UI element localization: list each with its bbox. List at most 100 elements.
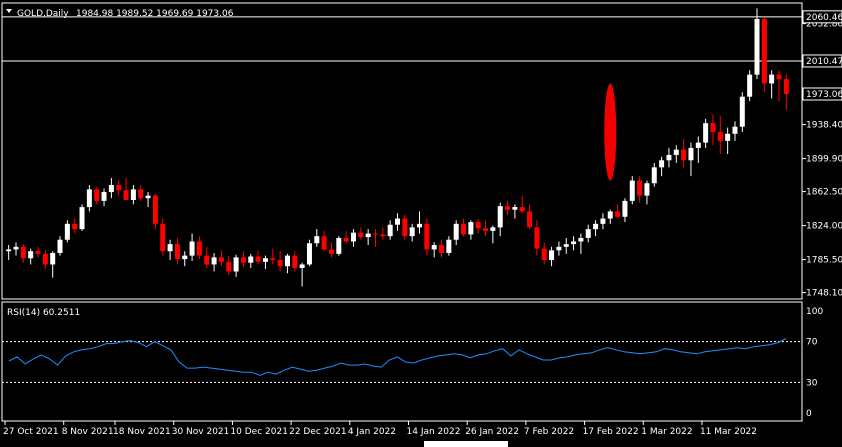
time-tick-label: 30 Nov 2021 <box>172 427 230 437</box>
price-tick-label: 2010.47 <box>806 57 842 67</box>
symbol-label: GOLD,Daily <box>17 9 69 19</box>
candle-body <box>461 223 467 235</box>
candle-body <box>497 206 503 228</box>
time-tick-label: 4 Jan 2022 <box>348 427 396 437</box>
candle-body <box>519 207 525 212</box>
candle-body <box>490 227 496 231</box>
candle-body <box>380 234 386 237</box>
candle-body <box>284 255 290 267</box>
rsi-tick-label: 70 <box>806 338 818 348</box>
candle <box>739 92 745 133</box>
candle-body <box>64 223 70 240</box>
candle-body <box>739 96 745 127</box>
candle-body <box>145 195 151 199</box>
candle-body <box>72 223 78 230</box>
candle-body <box>218 257 224 262</box>
candle-body <box>13 246 19 250</box>
annotation-layer <box>604 83 617 181</box>
candle <box>152 193 158 230</box>
price-tick-label: 1862.50 <box>806 188 842 198</box>
candle-body <box>681 149 687 161</box>
candle-body <box>747 74 753 97</box>
candle-body <box>152 195 158 224</box>
candle-body <box>108 184 114 193</box>
candle-body <box>277 260 283 267</box>
candle-body <box>387 224 393 237</box>
candle-body <box>593 223 599 230</box>
candle-body <box>350 232 356 242</box>
candle-body <box>769 74 775 84</box>
candle-body <box>666 154 672 161</box>
candle-body <box>86 189 92 208</box>
candle-body <box>446 239 452 253</box>
candle-body <box>703 123 709 143</box>
rsi-tick-label: 100 <box>806 307 823 317</box>
candle-body <box>725 133 731 141</box>
candle-body <box>563 244 569 247</box>
candle-body <box>710 123 716 133</box>
trading-chart: 1748.10 1785.50 1824.00 1862.50 1899.90 1938.… <box>0 0 842 447</box>
candle-body <box>622 200 628 217</box>
candle-body <box>512 207 518 210</box>
rsi-tick-label: 0 <box>806 409 812 419</box>
candle-body <box>527 211 533 228</box>
candle <box>306 239 312 267</box>
candle-body <box>50 252 56 265</box>
candle-body <box>549 250 555 261</box>
candle-body <box>776 74 782 80</box>
annotation-ellipse[interactable] <box>604 83 617 181</box>
rsi-tick-label: 30 <box>806 378 818 388</box>
candle-body <box>57 239 63 253</box>
time-tick-label: 11 Mar 2022 <box>700 427 757 437</box>
candle-body <box>123 190 129 200</box>
time-tick-label: 27 Oct 2021 <box>3 427 59 437</box>
candle-body <box>556 246 562 251</box>
chart-header: GOLD,Daily 1984.98 1989.52 1969.69 1973.… <box>6 9 234 19</box>
candle-body <box>431 245 437 250</box>
candle-body <box>541 248 547 261</box>
candle-body <box>174 244 180 260</box>
candle-body <box>6 249 12 252</box>
candle-body <box>717 132 723 141</box>
candle-body <box>240 257 246 263</box>
candle-body <box>629 180 635 201</box>
candle-body <box>402 218 408 237</box>
price-tick-label: 1785.50 <box>806 256 842 266</box>
candle-body <box>130 189 136 200</box>
candle-body <box>607 211 613 219</box>
candle-body <box>395 218 400 225</box>
candle-body <box>42 253 48 265</box>
time-tick-label: 8 Nov 2021 <box>62 427 114 437</box>
price-tick-label: 2060.46 <box>806 13 842 23</box>
chart-background <box>0 0 842 447</box>
candle-body <box>336 237 342 254</box>
candle-body <box>101 192 107 201</box>
price-tick-label: 1973.06 <box>806 90 842 100</box>
time-tick-label: 1 Mar 2022 <box>641 427 692 437</box>
time-tick-label: 26 Jan 2022 <box>465 427 519 437</box>
candle-body <box>189 241 195 256</box>
candle-body <box>483 228 489 231</box>
ohlc-readout: 1984.98 1989.52 1969.69 1973.06 <box>76 9 234 19</box>
price-tick-label: 1748.10 <box>806 289 842 299</box>
candle-body <box>204 255 210 265</box>
candle-body <box>417 223 423 228</box>
scroll-marker[interactable] <box>424 441 508 447</box>
time-tick-label: 7 Feb 2022 <box>524 427 574 437</box>
candle-body <box>182 255 188 260</box>
candle-body <box>28 251 34 259</box>
candle-body <box>468 222 474 235</box>
candle-body <box>659 160 665 168</box>
candle-body <box>226 261 232 272</box>
candle-body <box>248 256 254 263</box>
candle-body <box>167 244 173 252</box>
candle-body <box>732 126 738 134</box>
candle-body <box>439 245 445 253</box>
candle-body <box>79 207 85 230</box>
candle-body <box>138 189 144 199</box>
candle <box>747 70 753 102</box>
candle-body <box>160 223 166 252</box>
candle-body <box>761 19 767 84</box>
candle-body <box>328 249 334 254</box>
time-tick-label: 14 Jan 2022 <box>407 427 461 437</box>
